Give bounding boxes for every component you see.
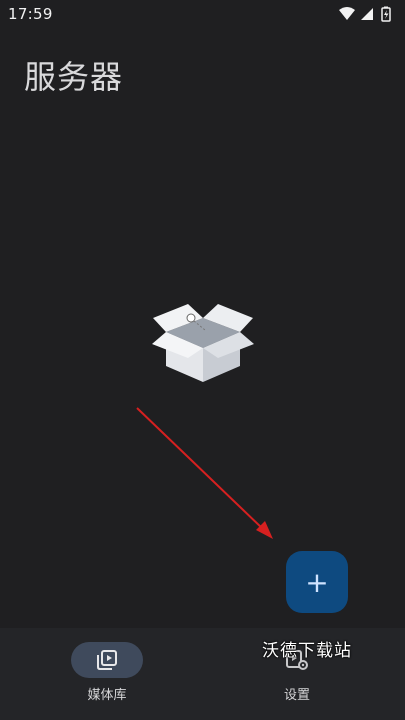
watermark: 沃德下载站 <box>262 641 352 661</box>
battery-icon <box>381 6 391 22</box>
nav-label-media-library: 媒体库 <box>87 688 127 703</box>
page-title: 服务器 <box>24 58 124 96</box>
wifi-icon <box>339 7 355 20</box>
add-server-button[interactable]: + <box>286 551 348 613</box>
nav-label-settings: 设置 <box>283 688 310 703</box>
signal-icon <box>361 8 373 20</box>
plus-icon: + <box>305 565 329 599</box>
nav-active-indicator <box>71 642 143 678</box>
status-bar: 17:59 <box>0 0 405 28</box>
status-time: 17:59 <box>8 5 53 23</box>
status-icons <box>339 6 391 22</box>
nav-item-media-library[interactable]: 媒体库 <box>37 642 177 712</box>
media-library-icon <box>97 650 117 670</box>
open-box-icon <box>152 304 254 382</box>
